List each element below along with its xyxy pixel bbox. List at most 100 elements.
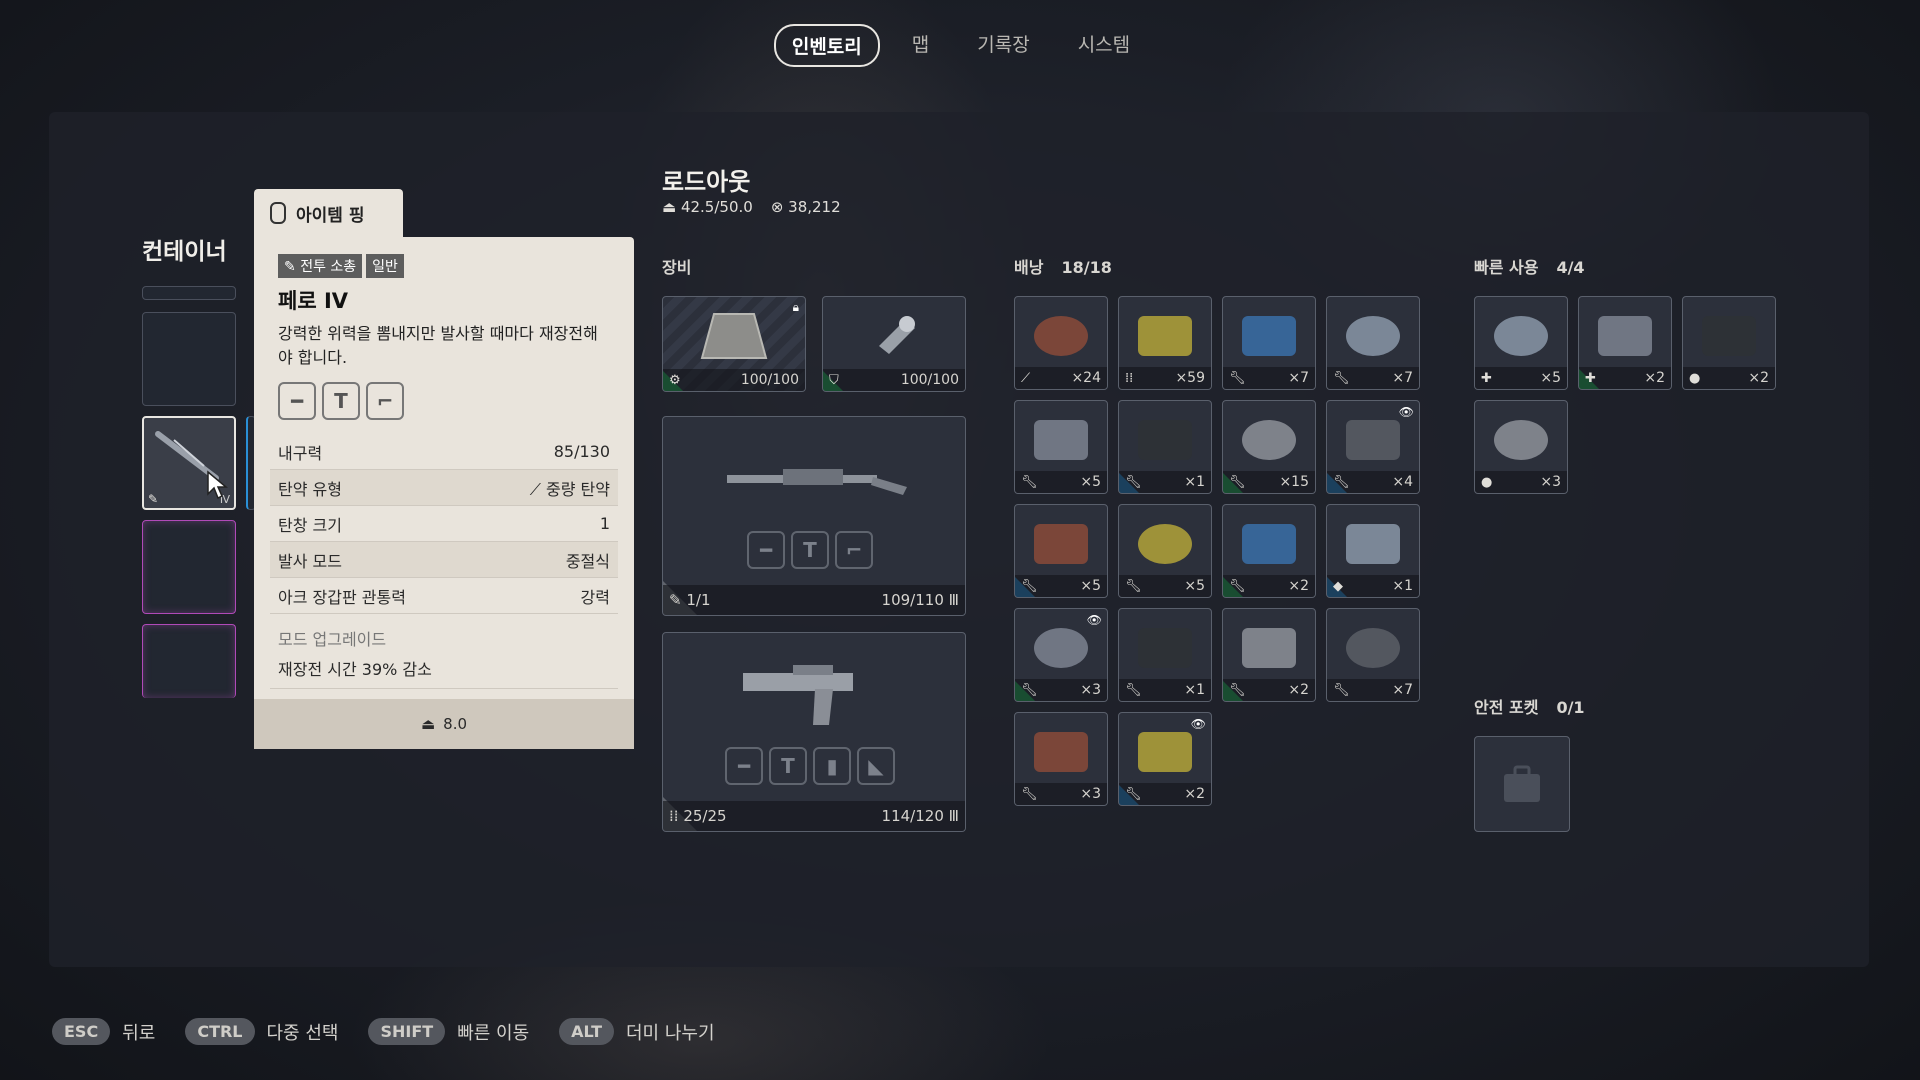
item-art-icon [1034, 627, 1088, 668]
backpack-item[interactable]: 🔧︎ ×5 [1014, 504, 1108, 598]
item-footer: 🔧︎ ×5 [1119, 575, 1211, 597]
heavy-ammo-icon: ✎ [669, 591, 687, 609]
tag-rarity: 일반 [366, 254, 404, 278]
item-art-icon [1598, 315, 1652, 356]
stock-mod-icon[interactable]: ◣ [857, 747, 895, 785]
item-art-icon [1242, 523, 1296, 564]
wrench-icon: 🔧︎ [1333, 682, 1350, 698]
backpack-item[interactable]: 🔧︎ ×3 [1014, 712, 1108, 806]
muzzle-mod-icon[interactable]: ━ [747, 531, 785, 569]
item-quantity: ×2 [1748, 370, 1769, 386]
stock-mod-icon: ⌐ [366, 382, 404, 420]
tab-codex[interactable]: 기록장 [961, 24, 1045, 67]
backpack-item[interactable]: ◆ ×1 [1326, 504, 1420, 598]
backpack-item[interactable]: 🔧︎ ×2 [1222, 504, 1316, 598]
hint-quick-move[interactable]: SHIFT 빠른 이동 [368, 1018, 529, 1045]
weapon-ammo: 1/1 [686, 591, 711, 609]
hint-split-stack[interactable]: ALT 더미 나누기 [559, 1018, 715, 1045]
credits: 38,212 [788, 198, 841, 216]
wrench-icon: 🔧︎ [1229, 370, 1246, 386]
quickuse-item[interactable]: ✚ ×2 [1578, 296, 1672, 390]
hint-multi-select[interactable]: CTRL 다중 선택 [185, 1018, 338, 1045]
backpack-item[interactable]: 🔧︎ ×5 [1118, 504, 1212, 598]
item-quantity: ×2 [1288, 578, 1309, 594]
item-quantity: ×2 [1644, 370, 1665, 386]
safe-pocket-slot[interactable] [1474, 736, 1570, 832]
underbarrel-mod-icon: T [322, 382, 360, 420]
weapon-slot-1[interactable]: ━ T ⌐ ✎ 1/1 109/110 Ⅲ [662, 416, 966, 616]
container-slot[interactable] [142, 520, 236, 614]
heal-icon: ✚ [1481, 370, 1492, 386]
shield-slot[interactable]: ⛉ 100/100 [822, 296, 966, 392]
item-footer: 🔧︎ ×15 [1223, 471, 1315, 493]
backpack-item[interactable]: 👁︎ 🔧︎ ×2 [1118, 712, 1212, 806]
muzzle-mod-icon[interactable]: ━ [725, 747, 763, 785]
heal-icon: ✚ [1585, 370, 1596, 386]
muzzle-mod-icon: ━ [278, 382, 316, 420]
wrench-icon: 🔧︎ [1125, 578, 1142, 594]
item-quantity: ×3 [1540, 474, 1561, 490]
backpack-item[interactable]: 🔧︎ ×1 [1118, 400, 1212, 494]
backpack-item[interactable]: ⟋ ×24 [1014, 296, 1108, 390]
item-art-icon [1242, 315, 1296, 356]
ammo-light-icon: ⁞⁞ [1125, 370, 1134, 386]
item-weight: ⏏ 8.0 [254, 699, 634, 749]
backpack-item[interactable]: 👁︎ 🔧︎ ×4 [1326, 400, 1420, 494]
item-ping-tab[interactable]: 아이템 핑 [254, 189, 403, 237]
item-quantity: ×3 [1080, 682, 1101, 698]
quickuse-item[interactable]: ● ×2 [1682, 296, 1776, 390]
item-quantity: ×24 [1071, 370, 1101, 386]
tab-map[interactable]: 맵 [896, 24, 945, 67]
backpack-item[interactable]: 🔧︎ ×15 [1222, 400, 1316, 494]
backpack-item[interactable]: ⁞⁞ ×59 [1118, 296, 1212, 390]
underbarrel-mod-icon[interactable]: T [791, 531, 829, 569]
magazine-mod-icon[interactable]: ▮ [813, 747, 851, 785]
tab-system[interactable]: 시스템 [1062, 24, 1146, 67]
augment-slot[interactable]: 🔒︎ ⚙ 100/100 [662, 296, 806, 392]
hint-back[interactable]: ESC 뒤로 [52, 1018, 155, 1045]
light-ammo-icon: ⁞⁞ [669, 807, 684, 825]
key-hints: ESC 뒤로 CTRL 다중 선택 SHIFT 빠른 이동 ALT 더미 나누기 [52, 1018, 715, 1045]
container-slot-selected[interactable]: ✎ Ⅳ [142, 416, 236, 510]
backpack-item[interactable]: 🔧︎ ×7 [1326, 608, 1420, 702]
backpack-item[interactable]: 🔧︎ ×5 [1014, 400, 1108, 494]
wrench-icon: 🔧︎ [1125, 786, 1142, 802]
weapon-mod-slots: ━ T ▮ ◣ [725, 747, 895, 785]
weapon-mod-slots: ━ T ⌐ [747, 531, 873, 569]
mod-upgrade-title: 모드 업그레이드 [278, 630, 387, 649]
weapon-ammo: 25/25 [683, 807, 727, 825]
shield-item-icon [879, 316, 915, 355]
augment-item-icon [700, 313, 768, 360]
item-quantity: ×5 [1080, 578, 1101, 594]
container-slot[interactable] [142, 286, 236, 300]
item-footer: 🔧︎ ×3 [1015, 783, 1107, 805]
wrench-icon: 🔧︎ [1229, 474, 1246, 490]
equipment-title: 장비 [662, 258, 692, 277]
stat-row: 탄창 크기 1 [270, 506, 618, 542]
weapon-durability: 109/110 [881, 591, 944, 609]
underbarrel-mod-icon[interactable]: T [769, 747, 807, 785]
quickuse-item[interactable]: ✚ ×5 [1474, 296, 1568, 390]
durability-icon: Ⅲ [943, 807, 959, 825]
backpack-item[interactable]: 🔧︎ ×1 [1118, 608, 1212, 702]
item-quantity: ×5 [1184, 578, 1205, 594]
tag-weapon-type: ✎ 전투 소총 [278, 254, 363, 278]
rifle-small-icon: ✎ [148, 492, 159, 506]
backpack-item[interactable]: 🔧︎ ×7 [1222, 296, 1316, 390]
slot-footer: ✎ 1/1 109/110 Ⅲ [663, 585, 965, 615]
item-footer: ◆ ×1 [1327, 575, 1419, 597]
item-footer: 🔧︎ ×7 [1327, 679, 1419, 701]
weapon-slot-2[interactable]: ━ T ▮ ◣ ⁞⁞ 25/25 114/120 Ⅲ [662, 632, 966, 832]
quickuse-item[interactable]: ● ×3 [1474, 400, 1568, 494]
backpack-item[interactable]: 👁︎ 🔧︎ ×3 [1014, 608, 1108, 702]
stock-mod-icon[interactable]: ⌐ [835, 531, 873, 569]
mod-upgrade: 모드 업그레이드 재장전 시간 39% 감소 [270, 614, 618, 689]
container-slot[interactable] [142, 624, 236, 698]
backpack-item[interactable]: 🔧︎ ×7 [1326, 296, 1420, 390]
tab-inventory[interactable]: 인벤토리 [773, 24, 880, 67]
backpack-item[interactable]: 🔧︎ ×2 [1222, 608, 1316, 702]
container-slot[interactable] [142, 312, 236, 406]
slot-footer: ⚙ 100/100 [663, 369, 805, 391]
gem-icon: ◆ [1333, 578, 1343, 594]
wrench-icon: 🔧︎ [1125, 682, 1142, 698]
